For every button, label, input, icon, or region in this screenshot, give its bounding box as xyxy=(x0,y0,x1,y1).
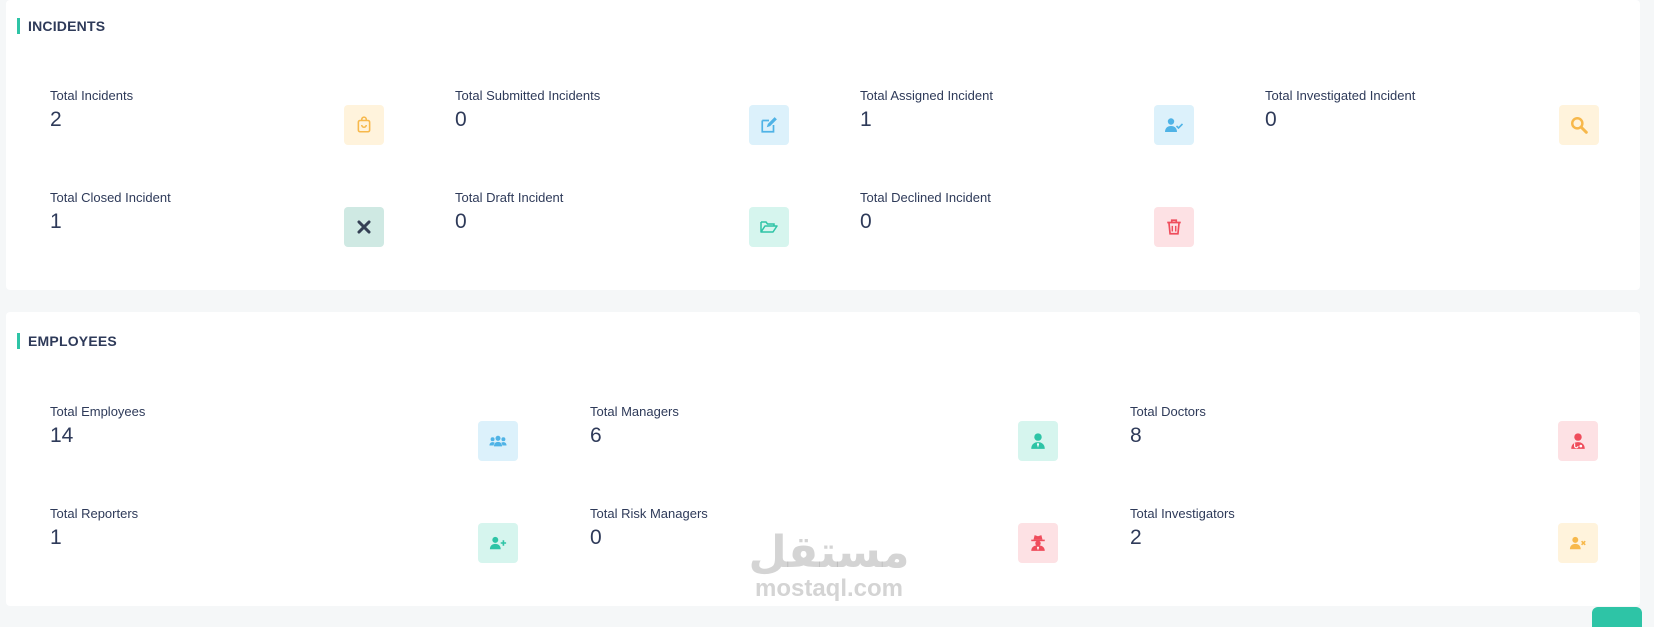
stat-label: Total Declined Incident xyxy=(860,190,991,205)
stat-value: 0 xyxy=(590,526,602,549)
stat-total-closed-incident[interactable]: Total Closed Incident 1 xyxy=(50,190,386,247)
incidents-section-title: INCIDENTS xyxy=(17,18,105,34)
stat-value: 0 xyxy=(860,210,872,233)
stat-total-submitted-incidents[interactable]: Total Submitted Incidents 0 xyxy=(455,88,791,145)
floating-action-button[interactable] xyxy=(1592,607,1642,627)
trash-icon xyxy=(1154,207,1194,247)
stat-total-declined-incident[interactable]: Total Declined Incident 0 xyxy=(860,190,1196,247)
user-secret-icon xyxy=(1018,523,1058,563)
stat-total-doctors[interactable]: Total Doctors 8 xyxy=(1130,404,1600,461)
stat-value: 2 xyxy=(50,108,62,131)
stat-label: Total Assigned Incident xyxy=(860,88,993,103)
folder-open-icon xyxy=(749,207,789,247)
user-tie-icon xyxy=(1018,421,1058,461)
stat-total-reporters[interactable]: Total Reporters 1 xyxy=(50,506,520,563)
user-check-icon xyxy=(1154,105,1194,145)
stat-label: Total Risk Managers xyxy=(590,506,708,521)
stat-value: 1 xyxy=(50,526,62,549)
stat-value: 6 xyxy=(590,424,602,447)
stat-total-incidents[interactable]: Total Incidents 2 xyxy=(50,88,386,145)
stat-value: 14 xyxy=(50,424,74,447)
incidents-card: INCIDENTS Total Incidents 2 Total Submit… xyxy=(6,0,1640,290)
employees-section-title: EMPLOYEES xyxy=(17,333,117,349)
stat-value: 1 xyxy=(50,210,62,233)
stat-label: Total Investigated Incident xyxy=(1265,88,1416,103)
stat-total-managers[interactable]: Total Managers 6 xyxy=(590,404,1060,461)
stat-value: 0 xyxy=(1265,108,1277,131)
close-icon xyxy=(344,207,384,247)
stat-value: 0 xyxy=(455,210,467,233)
stat-total-draft-incident[interactable]: Total Draft Incident 0 xyxy=(455,190,791,247)
bag-icon xyxy=(344,105,384,145)
edit-icon xyxy=(749,105,789,145)
stat-label: Total Reporters xyxy=(50,506,139,521)
stat-label: Total Investigators xyxy=(1130,506,1235,521)
stat-label: Total Draft Incident xyxy=(455,190,564,205)
stat-total-investigated-incident[interactable]: Total Investigated Incident 0 xyxy=(1265,88,1601,145)
stat-label: Total Doctors xyxy=(1130,404,1206,419)
stat-value: 2 xyxy=(1130,526,1142,549)
user-plus-icon xyxy=(478,523,518,563)
stat-total-investigators[interactable]: Total Investigators 2 xyxy=(1130,506,1600,563)
users-icon xyxy=(478,421,518,461)
user-doctor-icon xyxy=(1558,421,1598,461)
stat-total-risk-managers[interactable]: Total Risk Managers 0 xyxy=(590,506,1060,563)
stat-value: 0 xyxy=(455,108,467,131)
stat-label: Total Submitted Incidents xyxy=(455,88,601,103)
stat-value: 8 xyxy=(1130,424,1142,447)
stat-total-assigned-incident[interactable]: Total Assigned Incident 1 xyxy=(860,88,1196,145)
employees-card: EMPLOYEES Total Employees 14 Total Manag… xyxy=(6,312,1640,606)
stat-label: Total Closed Incident xyxy=(50,190,171,205)
stat-value: 1 xyxy=(860,108,872,131)
stat-label: Total Incidents xyxy=(50,88,134,103)
stat-label: Total Employees xyxy=(50,404,146,419)
stat-label: Total Managers xyxy=(590,404,679,419)
stat-total-employees[interactable]: Total Employees 14 xyxy=(50,404,520,461)
search-icon xyxy=(1559,105,1599,145)
user-times-icon xyxy=(1558,523,1598,563)
